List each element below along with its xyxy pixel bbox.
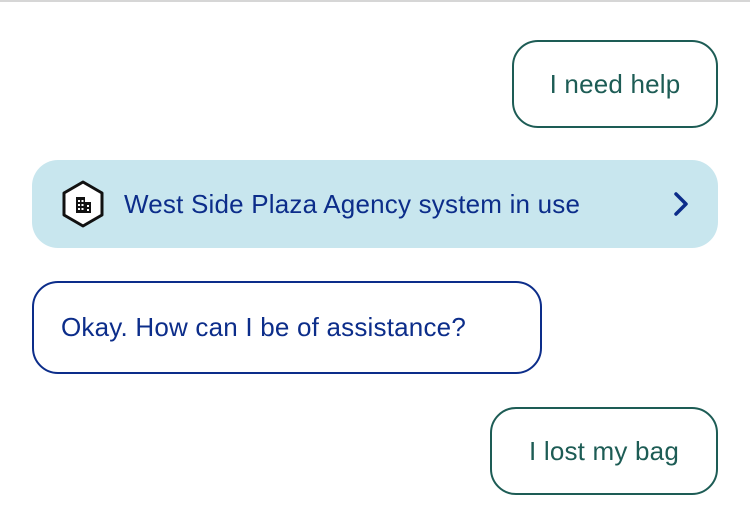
chevron-right-icon xyxy=(674,192,688,216)
bot-message: Okay. How can I be of assistance? xyxy=(32,281,542,374)
user-message: I need help xyxy=(512,40,718,128)
building-hexagon-icon xyxy=(62,180,104,228)
chat-transcript: I need help West Side Plaza Agency syste… xyxy=(0,2,750,528)
agency-system-banner[interactable]: West Side Plaza Agency system in use xyxy=(32,160,718,248)
agency-system-label: West Side Plaza Agency system in use xyxy=(124,188,581,219)
user-message: I lost my bag xyxy=(490,407,718,495)
bot-message-text: Okay. How can I be of assistance? xyxy=(61,312,466,342)
user-message-text: I lost my bag xyxy=(529,435,679,466)
user-message-text: I need help xyxy=(549,68,681,99)
